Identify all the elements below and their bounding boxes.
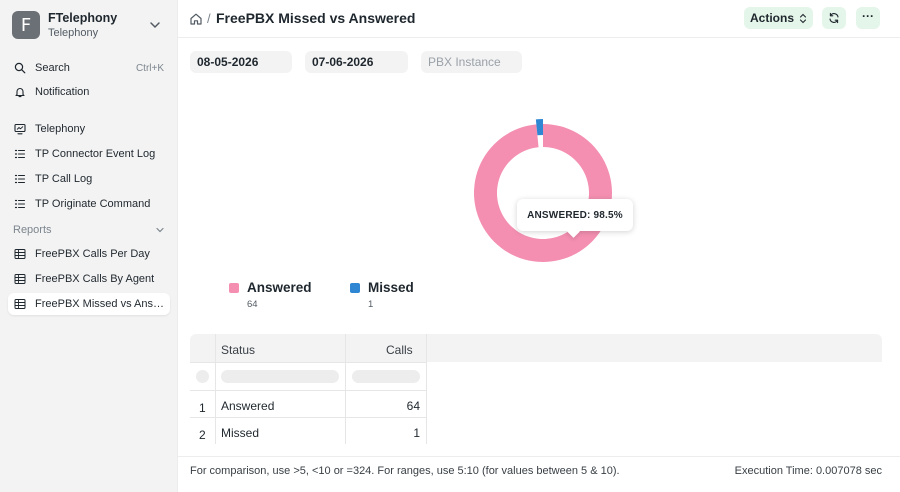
sidebar-item-label: FreePBX Missed vs Answered bbox=[35, 298, 170, 310]
search-icon bbox=[13, 61, 27, 75]
sidebar-item-label: TP Connector Event Log bbox=[35, 148, 156, 160]
column-header-status[interactable]: Status bbox=[221, 343, 255, 357]
sidebar-item-label: TP Originate Command bbox=[35, 198, 151, 210]
filter-hint: For comparison, use >5, <10 or =324. For… bbox=[190, 465, 620, 477]
chevron-updown-icon bbox=[799, 13, 807, 23]
execution-time: Execution Time: 0.007078 sec bbox=[734, 465, 882, 477]
app-switcher[interactable]: F FTelephony Telephony bbox=[8, 6, 170, 44]
table-icon bbox=[13, 297, 27, 311]
table-icon bbox=[13, 247, 27, 261]
legend-value: 1 bbox=[368, 299, 374, 310]
monitor-icon bbox=[13, 122, 27, 136]
table-header bbox=[190, 334, 882, 362]
app-logo: F bbox=[12, 11, 40, 39]
report-table: Status Calls 1 Answered 64 2 Missed 1 bbox=[190, 334, 882, 444]
chevron-down-icon bbox=[156, 227, 164, 233]
report-footer: For comparison, use >5, <10 or =324. For… bbox=[178, 456, 900, 492]
table-cell-status[interactable]: Answered bbox=[221, 399, 274, 413]
sidebar: F FTelephony Telephony Search Ctrl+K Not… bbox=[0, 0, 178, 492]
legend-label: Missed bbox=[368, 280, 414, 295]
calls-filter-skeleton[interactable] bbox=[352, 370, 420, 383]
sidebar-item-freepbx-calls-by-agent[interactable]: FreePBX Calls By Agent bbox=[8, 268, 170, 290]
table-cell-calls[interactable]: 64 bbox=[407, 399, 420, 413]
status-filter-skeleton[interactable] bbox=[221, 370, 339, 383]
legend-label: Answered bbox=[247, 280, 312, 295]
sidebar-item-label: FreePBX Calls By Agent bbox=[35, 273, 155, 285]
pie-slice-answered[interactable] bbox=[474, 124, 612, 262]
table-cell-status[interactable]: Missed bbox=[221, 426, 259, 440]
page-title: FreePBX Missed vs Answered bbox=[216, 10, 416, 26]
table-cell-calls[interactable]: 1 bbox=[413, 426, 420, 440]
from-date-input[interactable]: 08-05-2026 bbox=[190, 51, 292, 73]
app-subtitle: Telephony bbox=[48, 27, 99, 39]
legend-swatch bbox=[229, 282, 239, 293]
sidebar-item-telephony[interactable]: Telephony bbox=[8, 118, 170, 140]
actions-label: Actions bbox=[749, 11, 794, 25]
sidebar-item-tp-originate-command[interactable]: TP Originate Command bbox=[8, 193, 170, 215]
sidebar-item-label: Telephony bbox=[35, 123, 86, 135]
legend-item-answered[interactable]: Answered 64 bbox=[229, 280, 312, 310]
sidebar-item-tp-call-log[interactable]: TP Call Log bbox=[8, 168, 170, 190]
page-header: / FreePBX Missed vs Answered Actions ··· bbox=[178, 0, 900, 38]
reports-section-toggle[interactable]: Reports bbox=[13, 224, 165, 236]
row-index: 1 bbox=[199, 401, 206, 415]
pbx-instance-input[interactable]: PBX Instance bbox=[421, 51, 522, 73]
sidebar-item-freepbx-calls-per-day[interactable]: FreePBX Calls Per Day bbox=[8, 243, 170, 265]
bell-icon bbox=[13, 85, 27, 99]
list-icon bbox=[13, 172, 27, 186]
refresh-icon bbox=[829, 12, 839, 24]
legend-value: 64 bbox=[247, 299, 258, 310]
filter-row-skeleton bbox=[196, 370, 209, 383]
legend-item-missed[interactable]: Missed 1 bbox=[350, 280, 414, 310]
notification-button[interactable]: Notification bbox=[8, 81, 170, 103]
sidebar-item-label: FreePBX Calls Per Day bbox=[35, 248, 150, 260]
search-shortcut: Ctrl+K bbox=[135, 62, 164, 74]
sidebar-item-tp-connector-event-log[interactable]: TP Connector Event Log bbox=[8, 143, 170, 165]
breadcrumb-separator: / bbox=[207, 11, 211, 26]
search-label: Search bbox=[35, 62, 70, 74]
home-icon[interactable] bbox=[189, 12, 203, 26]
sidebar-item-freepbx-missed-vs-answered[interactable]: FreePBX Missed vs Answered bbox=[8, 293, 170, 315]
notification-label: Notification bbox=[35, 86, 90, 98]
donut-chart bbox=[474, 119, 612, 262]
actions-button[interactable]: Actions bbox=[744, 7, 813, 29]
search-button[interactable]: Search Ctrl+K bbox=[8, 57, 170, 79]
table-icon bbox=[13, 272, 27, 286]
chevron-down-icon bbox=[150, 22, 160, 29]
sidebar-item-label: TP Call Log bbox=[35, 173, 93, 185]
more-icon: ··· bbox=[862, 9, 874, 23]
column-header-calls[interactable]: Calls bbox=[386, 343, 413, 357]
list-icon bbox=[13, 147, 27, 161]
refresh-button[interactable] bbox=[822, 7, 846, 29]
chart-tooltip: ANSWERED: 98.5% bbox=[517, 199, 633, 231]
legend-swatch bbox=[350, 282, 360, 293]
more-options-button[interactable]: ··· bbox=[856, 7, 880, 29]
reports-section-label: Reports bbox=[13, 224, 52, 236]
to-date-input[interactable]: 07-06-2026 bbox=[305, 51, 408, 73]
app-title: FTelephony bbox=[48, 11, 118, 25]
list-icon bbox=[13, 197, 27, 211]
row-index: 2 bbox=[199, 428, 206, 442]
